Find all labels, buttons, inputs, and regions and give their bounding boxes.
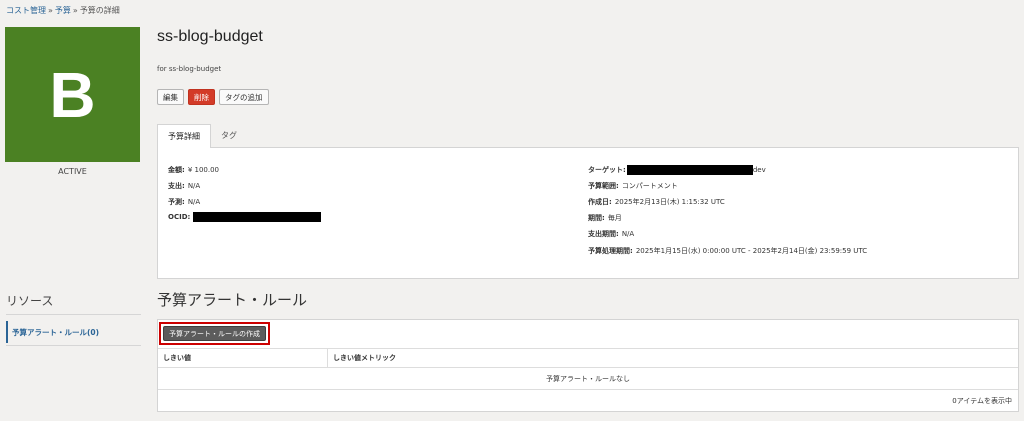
- forecast-field: 予測: N/A: [168, 197, 200, 207]
- amount-value: ¥ 100.00: [187, 166, 219, 174]
- ocid-field: OCID:: [168, 212, 322, 222]
- amount-field: 金額: ¥ 100.00: [168, 165, 219, 175]
- processing-period-field: 予算処理期間: 2025年1月15日(水) 0:00:00 UTC - 2025…: [588, 246, 867, 256]
- create-alert-rule-button[interactable]: 予算アラート・ルールの作成: [163, 326, 266, 341]
- budget-details-panel: 金額: ¥ 100.00 支出: N/A 予測: N/A OCID: ターゲット…: [157, 147, 1019, 279]
- spend-label: 支出:: [168, 182, 185, 190]
- ocid-label: OCID:: [168, 213, 191, 221]
- spend-period-label: 支出期間:: [588, 230, 619, 238]
- resources-heading: リソース: [6, 294, 54, 308]
- tab-tags[interactable]: タグ: [211, 124, 247, 147]
- spend-period-field: 支出期間: N/A: [588, 229, 634, 239]
- processing-period-label: 予算処理期間:: [588, 247, 633, 255]
- created-value: 2025年2月13日(木) 1:15:32 UTC: [614, 198, 725, 206]
- breadcrumb-cost-management[interactable]: コスト管理: [6, 6, 46, 15]
- processing-period-value: 2025年1月15日(水) 0:00:00 UTC - 2025年2月14日(金…: [635, 247, 868, 255]
- empty-state: 予算アラート・ルールなし: [158, 368, 1018, 390]
- avatar-letter: B: [49, 58, 96, 131]
- scope-field: 予算範囲: コンパートメント: [588, 181, 678, 191]
- redacted-ocid: [193, 212, 322, 222]
- column-threshold[interactable]: しきい値: [158, 349, 328, 367]
- scope-value: コンパートメント: [621, 182, 678, 190]
- resource-item-alert-rules[interactable]: 予算アラート・ルール(0): [6, 321, 141, 343]
- period-field: 期間: 毎月: [588, 213, 622, 223]
- item-count: 0アイテムを表示中: [952, 397, 1012, 405]
- target-value: dev: [752, 166, 766, 174]
- page-title: ss-blog-budget: [157, 28, 263, 45]
- highlight-box: 予算アラート・ルールの作成: [159, 322, 270, 345]
- spend-period-value: N/A: [621, 230, 635, 238]
- column-threshold-metric[interactable]: しきい値メトリック: [328, 349, 396, 367]
- period-value: 毎月: [607, 214, 622, 222]
- table-header: しきい値 しきい値メトリック: [158, 348, 1018, 368]
- period-label: 期間:: [588, 214, 605, 222]
- budget-avatar: B: [5, 27, 140, 162]
- add-tags-button[interactable]: タグの追加: [219, 89, 269, 105]
- breadcrumb-current: 予算の詳細: [79, 6, 120, 15]
- breadcrumb: コスト管理» 予算» 予算の詳細: [6, 5, 120, 16]
- forecast-value: N/A: [187, 198, 201, 206]
- redacted-target: [626, 165, 753, 175]
- alert-rules-heading: 予算アラート・ルール: [157, 292, 308, 309]
- spend-value: N/A: [187, 182, 201, 190]
- divider: [6, 314, 141, 315]
- breadcrumb-separator: »: [72, 6, 78, 15]
- created-field: 作成日: 2025年2月13日(木) 1:15:32 UTC: [588, 197, 725, 207]
- breadcrumb-separator: »: [48, 6, 53, 15]
- target-label: ターゲット:: [588, 166, 626, 174]
- action-bar: 編集 削除 タグの追加: [157, 89, 269, 105]
- tab-budget-details[interactable]: 予算詳細: [157, 124, 211, 148]
- scope-label: 予算範囲:: [588, 182, 619, 190]
- edit-button[interactable]: 編集: [157, 89, 184, 105]
- breadcrumb-budgets[interactable]: 予算: [55, 6, 71, 15]
- status-label: ACTIVE: [58, 167, 87, 176]
- forecast-label: 予測:: [168, 198, 185, 206]
- detail-tabs: 予算詳細 タグ: [157, 124, 247, 148]
- alert-rules-table: 予算アラート・ルールの作成 しきい値 しきい値メトリック 予算アラート・ルールな…: [157, 319, 1019, 412]
- created-label: 作成日:: [588, 198, 612, 206]
- target-field: ターゲット: dev: [588, 165, 766, 175]
- spend-field: 支出: N/A: [168, 181, 200, 191]
- divider: [6, 345, 141, 346]
- budget-description: for ss-blog-budget: [157, 65, 222, 73]
- amount-label: 金額:: [168, 166, 185, 174]
- delete-button[interactable]: 削除: [188, 89, 215, 105]
